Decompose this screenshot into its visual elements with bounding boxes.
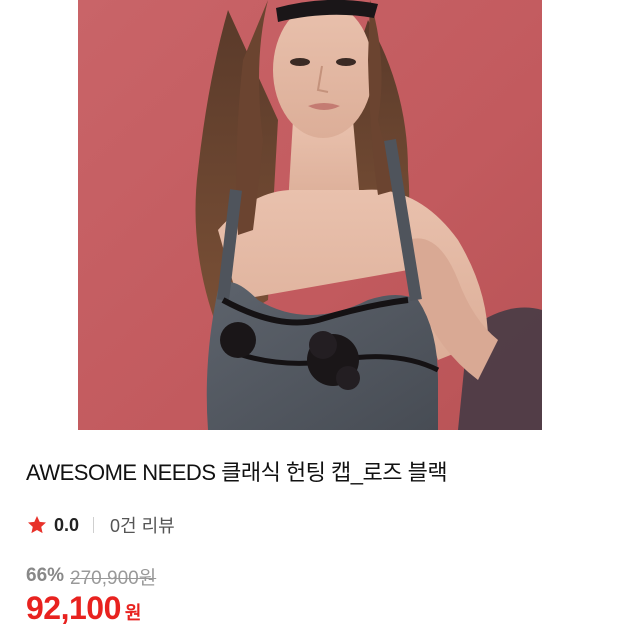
sale-price: 92,100 xyxy=(26,590,121,626)
original-price: 270,900원 xyxy=(70,567,157,589)
product-image[interactable] xyxy=(78,0,542,430)
review-count-link[interactable]: 0건 리뷰 xyxy=(110,512,175,538)
product-image-illustration xyxy=(78,0,542,430)
price-original-row: 66% 270,900원 xyxy=(26,562,156,590)
product-title[interactable]: AWESOME NEEDS 클래식 헌팅 캡_로즈 블랙 xyxy=(26,458,448,488)
sale-price-row: 92,100 원 xyxy=(26,590,141,627)
rating-summary[interactable]: 0.0 0건 리뷰 xyxy=(26,512,175,538)
rating-divider xyxy=(93,517,95,533)
star-icon xyxy=(28,516,46,534)
discount-rate: 66% xyxy=(26,565,65,586)
sale-price-currency: 원 xyxy=(124,603,142,623)
rating-score: 0.0 xyxy=(54,514,80,535)
